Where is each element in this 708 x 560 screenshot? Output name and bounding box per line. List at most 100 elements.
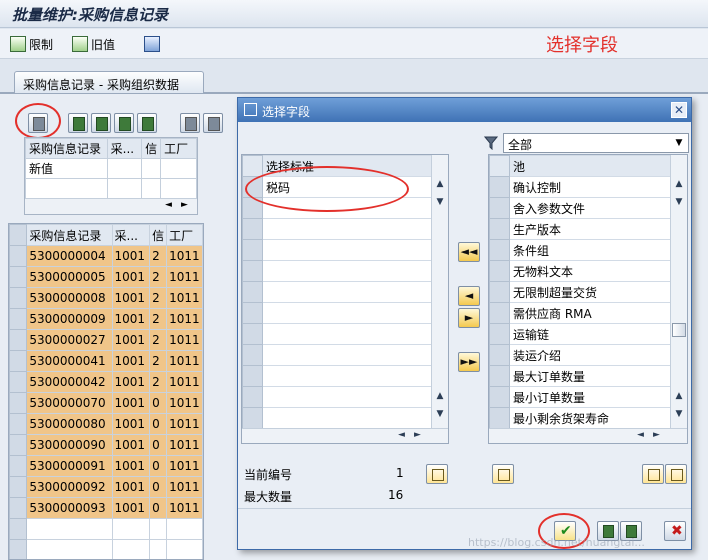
table-row[interactable]: 5300000004 1001 2 1011 (9, 245, 203, 267)
table-cell[interactable]: 2 (149, 266, 168, 288)
tab-purchasing-org[interactable]: 采购信息记录 - 采购组织数据 (14, 71, 204, 93)
button-grid[interactable] (180, 113, 200, 133)
select-fields-button[interactable] (28, 113, 48, 133)
row-selector[interactable] (9, 413, 28, 435)
pool-field-item[interactable]: 最小剩余货架寿命 (509, 407, 671, 429)
select-all-cell[interactable] (9, 224, 28, 246)
table-cell[interactable]: 5300000008 (26, 287, 113, 309)
old-value-button[interactable]: 旧值 (72, 35, 115, 53)
pool-field-item[interactable]: 装运介绍 (509, 344, 671, 366)
mini-hscroll[interactable]: ◄ ► (25, 199, 197, 214)
table-cell[interactable]: 1001 (111, 434, 151, 456)
table-row[interactable]: 5300000008 1001 2 1011 (9, 287, 203, 309)
table-cell[interactable]: 5300000070 (26, 392, 113, 414)
selected-field-item[interactable] (262, 281, 432, 303)
table-cell[interactable]: 5300000092 (26, 476, 113, 498)
table-row[interactable]: 5300000009 1001 2 1011 (9, 308, 203, 330)
scroll-down-icon[interactable]: ▼ (434, 197, 446, 207)
move-left-button[interactable]: ◄ (458, 286, 480, 306)
pool-field-row[interactable]: 需供应商 RMA (489, 302, 671, 324)
table-cell[interactable]: 1001 (111, 350, 151, 372)
row-selector[interactable] (242, 197, 263, 219)
sort-up-button[interactable] (642, 464, 664, 484)
new-value-cell[interactable] (160, 158, 197, 179)
row-selector[interactable] (242, 365, 263, 387)
table-row[interactable]: 5300000041 1001 2 1011 (9, 350, 203, 372)
row-selector[interactable] (9, 308, 28, 330)
row-selector[interactable] (9, 266, 28, 288)
table-row[interactable]: 5300000005 1001 2 1011 (9, 266, 203, 288)
selected-field-row[interactable]: 税码 (242, 176, 432, 198)
table-cell[interactable]: 1011 (166, 371, 203, 393)
row-selector[interactable] (242, 239, 263, 261)
row-selector[interactable] (489, 365, 510, 387)
pool-field-row[interactable]: 生产版本 (489, 218, 671, 240)
position-button[interactable] (426, 464, 448, 484)
table-cell[interactable]: 5300000009 (26, 308, 113, 330)
table-cell[interactable]: 1011 (166, 455, 203, 477)
selected-field-row[interactable] (242, 302, 432, 324)
table-cell[interactable]: 5300000080 (26, 413, 113, 435)
table-cell[interactable]: 1011 (166, 308, 203, 330)
scroll-down-icon[interactable]: ▼ (673, 197, 685, 207)
table-cell[interactable]: 0 (149, 497, 168, 519)
table-row[interactable]: 5300000042 1001 2 1011 (9, 371, 203, 393)
limit-button[interactable]: 限制 (10, 35, 53, 53)
button-doc-4[interactable] (137, 113, 157, 133)
row-selector[interactable] (242, 323, 263, 345)
left-vscroll[interactable]: ▲ ▼ ▲ ▼ (431, 155, 448, 428)
left-hscroll[interactable]: ◄ ► (242, 428, 448, 443)
selected-field-item[interactable]: 税码 (262, 176, 432, 198)
row-selector[interactable] (242, 407, 263, 429)
row-selector[interactable] (9, 350, 28, 372)
selected-field-item[interactable] (262, 386, 432, 408)
selected-field-row[interactable] (242, 239, 432, 261)
button-doc-2[interactable] (91, 113, 111, 133)
table-cell[interactable]: 0 (149, 476, 168, 498)
pool-field-item[interactable]: 需供应商 RMA (509, 302, 671, 324)
button-doc-1[interactable] (68, 113, 88, 133)
row-selector[interactable] (489, 197, 510, 219)
row-selector[interactable] (489, 344, 510, 366)
cancel-button[interactable]: ✖ (664, 521, 686, 541)
table-cell[interactable]: 0 (149, 455, 168, 477)
table-cell[interactable]: 1011 (166, 350, 203, 372)
scroll-down-icon[interactable]: ▼ (673, 409, 685, 419)
pool-field-row[interactable]: 舍入参数文件 (489, 197, 671, 219)
row-selector[interactable] (489, 386, 510, 408)
selected-field-row[interactable] (242, 344, 432, 366)
selected-field-row[interactable] (242, 365, 432, 387)
table-row[interactable]: 5300000070 1001 0 1011 (9, 392, 203, 414)
row-selector[interactable] (489, 281, 510, 303)
table-cell[interactable]: 1011 (166, 392, 203, 414)
filter-icon[interactable] (484, 136, 498, 150)
table-cell[interactable]: 1011 (166, 245, 203, 267)
table-cell[interactable]: 1011 (166, 413, 203, 435)
table-cell[interactable]: 1011 (166, 329, 203, 351)
button-eraser[interactable] (203, 113, 223, 133)
selected-field-item[interactable] (262, 218, 432, 240)
row-selector[interactable] (489, 239, 510, 261)
new-value-cell[interactable] (141, 158, 162, 179)
chevron-down-icon[interactable]: ▼ (672, 136, 686, 150)
right-hscroll[interactable]: ◄ ► (489, 428, 687, 443)
table-cell[interactable]: 0 (149, 392, 168, 414)
row-selector[interactable] (242, 386, 263, 408)
row-selector[interactable] (489, 323, 510, 345)
pool-field-row[interactable]: 无限制超量交货 (489, 281, 671, 303)
table-cell[interactable]: 1001 (111, 245, 151, 267)
scroll-right-icon[interactable]: ► (181, 200, 188, 210)
selected-field-row[interactable] (242, 281, 432, 303)
pool-field-row[interactable]: 最大订单数量 (489, 365, 671, 387)
pool-field-item[interactable]: 生产版本 (509, 218, 671, 240)
table-row[interactable]: 5300000091 1001 0 1011 (9, 455, 203, 477)
table-cell[interactable]: 1011 (166, 287, 203, 309)
scroll-right-icon[interactable]: ► (653, 430, 660, 440)
table-cell[interactable]: 1001 (111, 371, 151, 393)
pool-field-item[interactable]: 条件组 (509, 239, 671, 261)
table-cell[interactable]: 5300000090 (26, 434, 113, 456)
row-selector[interactable] (9, 287, 28, 309)
selected-field-item[interactable] (262, 197, 432, 219)
new-value-cell[interactable] (106, 158, 143, 179)
row-selector[interactable] (242, 176, 263, 198)
